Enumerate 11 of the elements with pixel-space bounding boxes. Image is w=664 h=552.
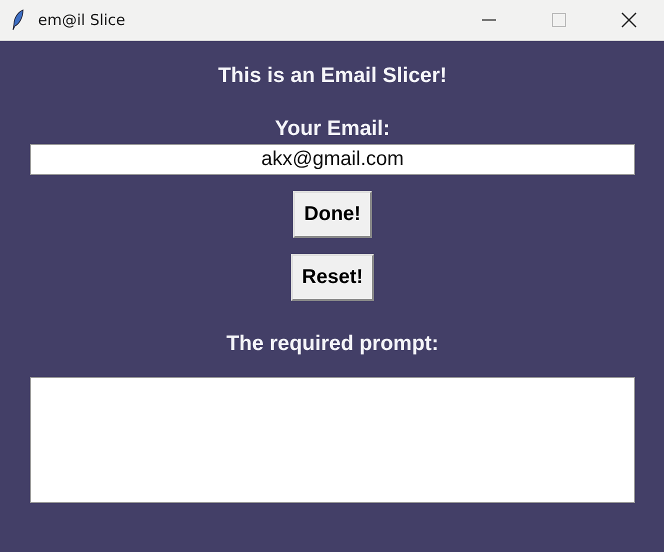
app-heading: This is an Email Slicer! bbox=[218, 63, 447, 89]
done-button[interactable]: Done! bbox=[293, 191, 372, 238]
reset-button[interactable]: Reset! bbox=[290, 254, 374, 301]
close-icon bbox=[620, 11, 638, 29]
window-title: em@il Slice bbox=[38, 11, 126, 29]
prompt-label: The required prompt: bbox=[226, 331, 439, 357]
email-label: Your Email: bbox=[274, 116, 390, 142]
maximize-icon bbox=[551, 12, 567, 28]
minimize-icon bbox=[481, 19, 497, 21]
email-field[interactable]: akx@gmail.com bbox=[30, 144, 635, 175]
feather-icon bbox=[10, 9, 26, 31]
